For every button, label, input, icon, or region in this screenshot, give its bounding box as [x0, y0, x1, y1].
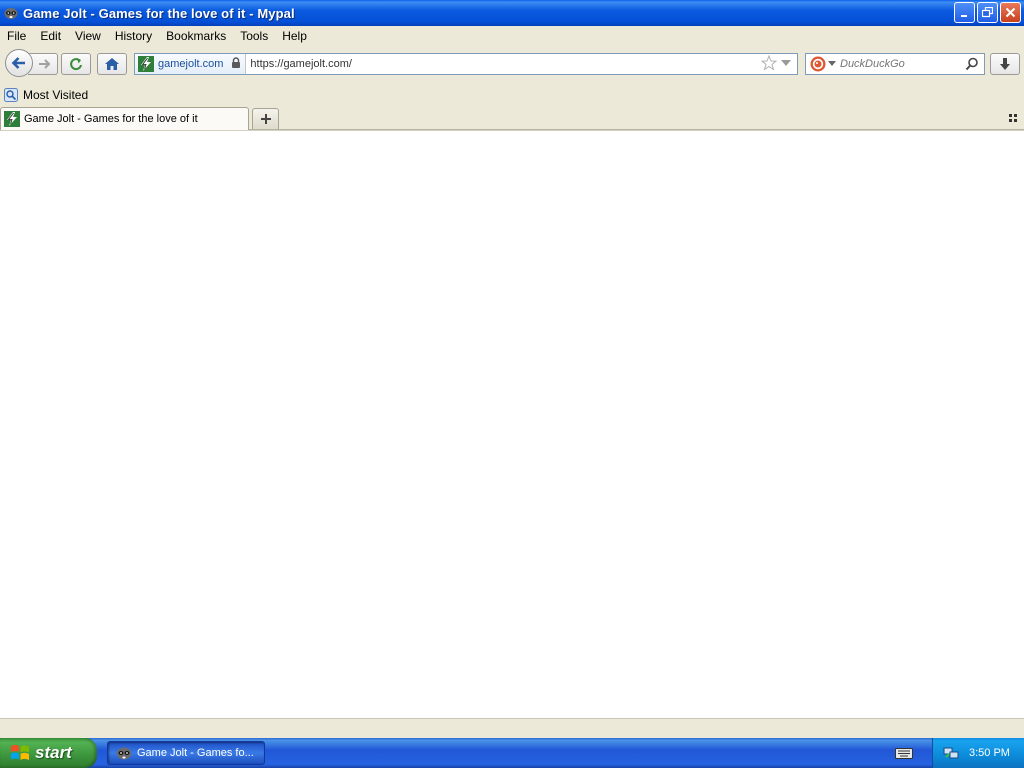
download-arrow-icon: [1000, 58, 1010, 70]
menu-bookmarks[interactable]: Bookmarks: [159, 29, 233, 43]
home-button[interactable]: [97, 53, 127, 75]
bookmark-label: Most Visited: [23, 88, 89, 102]
site-identity-label: gamejolt.com: [158, 58, 224, 70]
menu-bar: File Edit View History Bookmarks Tools H…: [0, 26, 1024, 46]
window-controls: [954, 2, 1021, 23]
list-all-tabs-icon[interactable]: [1006, 111, 1020, 125]
back-arrow-icon: [11, 57, 25, 69]
duckduckgo-icon: [810, 56, 826, 72]
back-button[interactable]: [5, 49, 33, 77]
gamejolt-favicon-icon: [4, 111, 20, 127]
url-bar[interactable]: gamejolt.com: [134, 53, 798, 75]
windows-logo-icon: [10, 743, 30, 763]
start-button[interactable]: start: [0, 738, 97, 768]
tab-strip: Game Jolt - Games for the love of it: [0, 106, 1024, 130]
tab-title: Game Jolt - Games for the love of it: [24, 113, 198, 125]
restore-button[interactable]: [977, 2, 998, 23]
system-tray: 3:50 PM: [932, 738, 1024, 768]
taskbar-item-label: Game Jolt - Games fo...: [137, 747, 254, 759]
close-icon: [1005, 7, 1016, 18]
minimize-icon: [960, 14, 967, 17]
star-icon[interactable]: [760, 54, 778, 74]
keyboard-icon[interactable]: [895, 746, 913, 760]
home-icon: [105, 58, 119, 70]
smart-folder-icon: [4, 88, 18, 102]
magnifier-icon[interactable]: [965, 57, 979, 71]
chevron-down-icon: [828, 61, 836, 66]
url-input[interactable]: [250, 58, 761, 70]
taskbar: start Game Jolt - Games fo... 3:50 PM: [0, 738, 1024, 768]
window-titlebar[interactable]: Game Jolt - Games for the love of it - M…: [0, 0, 1024, 26]
downloads-button[interactable]: [990, 53, 1020, 75]
restore-icon: [982, 7, 993, 18]
reload-icon: [70, 58, 82, 71]
status-bar: [0, 718, 1024, 738]
navigation-toolbar: gamejolt.com: [0, 46, 1024, 84]
search-engine-button[interactable]: [810, 56, 836, 72]
plus-icon: [260, 114, 271, 124]
reload-button[interactable]: [61, 53, 91, 75]
menu-view[interactable]: View: [68, 29, 108, 43]
menu-file[interactable]: File: [0, 29, 33, 43]
menu-history[interactable]: History: [108, 29, 159, 43]
menu-help[interactable]: Help: [275, 29, 314, 43]
bookmarks-toolbar: Most Visited: [0, 84, 1024, 106]
search-bar[interactable]: [805, 53, 985, 75]
forward-arrow-icon: [39, 59, 51, 69]
gamejolt-favicon-icon: [138, 56, 154, 72]
lock-icon: [231, 56, 241, 72]
menu-tools[interactable]: Tools: [233, 29, 275, 43]
start-label: start: [35, 743, 72, 762]
new-tab-button[interactable]: [252, 108, 279, 129]
bookmark-most-visited[interactable]: Most Visited: [0, 88, 88, 102]
menu-edit[interactable]: Edit: [33, 29, 68, 43]
url-history-dropdown-icon[interactable]: [781, 59, 791, 69]
taskbar-item-mypal[interactable]: Game Jolt - Games fo...: [107, 741, 265, 765]
site-identity-button[interactable]: gamejolt.com: [135, 54, 247, 74]
page-content[interactable]: [0, 130, 1024, 718]
minimize-button[interactable]: [954, 2, 975, 23]
tab-gamejolt[interactable]: Game Jolt - Games for the love of it: [0, 107, 249, 130]
network-icon[interactable]: [943, 745, 959, 761]
close-button[interactable]: [1000, 2, 1021, 23]
search-input[interactable]: [840, 58, 965, 70]
clock[interactable]: 3:50 PM: [969, 747, 1010, 759]
mypal-raccoon-icon: [4, 6, 18, 20]
window-title: Game Jolt - Games for the love of it - M…: [23, 5, 295, 21]
mypal-raccoon-icon: [116, 745, 132, 761]
